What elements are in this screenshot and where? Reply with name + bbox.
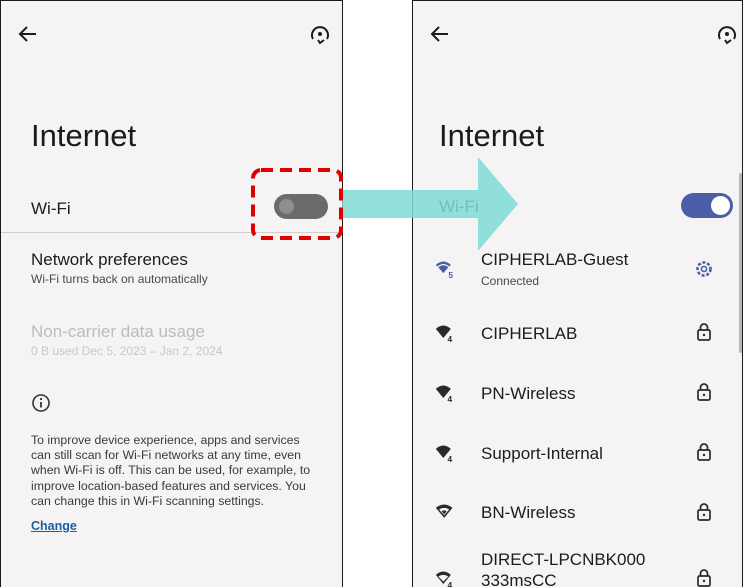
non-carrier-title: Non-carrier data usage (31, 322, 205, 341)
svg-text:4: 4 (448, 334, 453, 343)
back-arrow-icon[interactable] (429, 23, 451, 45)
lock-icon (697, 443, 711, 461)
network-name: CIPHERLAB (481, 324, 578, 343)
svg-text:4: 4 (448, 394, 453, 403)
info-line: can change this in Wi-Fi scanning settin… (31, 493, 265, 508)
info-line: can still scan for Wi-Fi networks at any… (31, 448, 301, 463)
svg-text:5: 5 (448, 270, 453, 279)
wifi-signal-icon: 4 (435, 445, 453, 463)
non-carrier-subtitle: 0 B used Dec 5, 2023 – Jan 2, 2024 (31, 344, 223, 358)
toggle-thumb (279, 199, 294, 214)
wifi-signal-icon: 4 (435, 385, 453, 403)
wifi-label: Wi-Fi (439, 197, 479, 216)
network-name: CIPHERLAB-Guest (481, 250, 629, 269)
wifi-network-item[interactable]: 5 CIPHERLAB-Guest Connected (413, 239, 742, 299)
lock-icon (697, 323, 711, 341)
svg-text:4: 4 (448, 580, 453, 587)
wifi-toggle[interactable] (274, 194, 328, 219)
network-name: BN-Wireless (481, 503, 576, 522)
wifi-signal-icon: 4 (435, 325, 453, 343)
lock-icon (697, 503, 711, 521)
network-preferences-subtitle: Wi-Fi turns back on automatically (31, 272, 208, 286)
change-link[interactable]: Change (31, 519, 77, 533)
network-name: PN-Wireless (481, 384, 576, 403)
network-preferences-title: Network preferences (31, 250, 188, 269)
info-line: To improve device experience, apps and s… (31, 433, 300, 447)
help-icon[interactable] (716, 23, 740, 45)
left-screen: Internet Wi-Fi Network preferences Wi-Fi… (0, 0, 343, 587)
network-preferences-item[interactable]: Network preferences Wi-Fi turns back on … (31, 250, 208, 286)
info-icon (32, 394, 50, 412)
network-name: Support-Internal (481, 444, 603, 463)
help-icon[interactable] (309, 23, 333, 45)
wifi-signal-full-icon (435, 504, 453, 518)
wifi-network-item[interactable]: 4 CIPHERLAB (413, 303, 742, 363)
page-title: Internet (31, 118, 137, 153)
wifi-signal-icon: 4 (435, 571, 453, 587)
info-line: improve location-based features and serv… (31, 478, 306, 493)
toggle-thumb (711, 196, 730, 215)
wifi-signal-5ghz-icon: 5 (435, 261, 453, 279)
wifi-network-item[interactable]: 4 PN-Wireless (413, 363, 742, 423)
back-arrow-icon[interactable] (17, 23, 39, 45)
network-name-continuation: 333msCC (481, 571, 557, 587)
network-status: Connected (481, 274, 540, 288)
lock-icon (697, 569, 711, 587)
wifi-network-item[interactable]: 4 DIRECT-LPCNBK000 333msCC (413, 541, 742, 587)
page-title: Internet (439, 118, 545, 153)
wifi-toggle[interactable] (681, 193, 733, 218)
wifi-network-item[interactable]: 4 Support-Internal (413, 423, 742, 483)
network-name: DIRECT-LPCNBK000 (481, 550, 646, 569)
wifi-label: Wi-Fi (31, 199, 71, 218)
info-line: when Wi-Fi is off. This can be used, for… (31, 463, 311, 478)
info-description: To improve device experience, apps and s… (31, 433, 336, 509)
wifi-network-item[interactable]: BN-Wireless (413, 483, 742, 543)
right-screen: Internet Wi-Fi 5 CIPHERLAB-Guest Connect… (412, 0, 743, 587)
divider (1, 232, 342, 233)
lock-icon (697, 383, 711, 401)
gear-icon[interactable] (694, 259, 714, 279)
svg-text:4: 4 (448, 454, 453, 463)
non-carrier-data-usage-item: Non-carrier data usage 0 B used Dec 5, 2… (31, 322, 222, 358)
